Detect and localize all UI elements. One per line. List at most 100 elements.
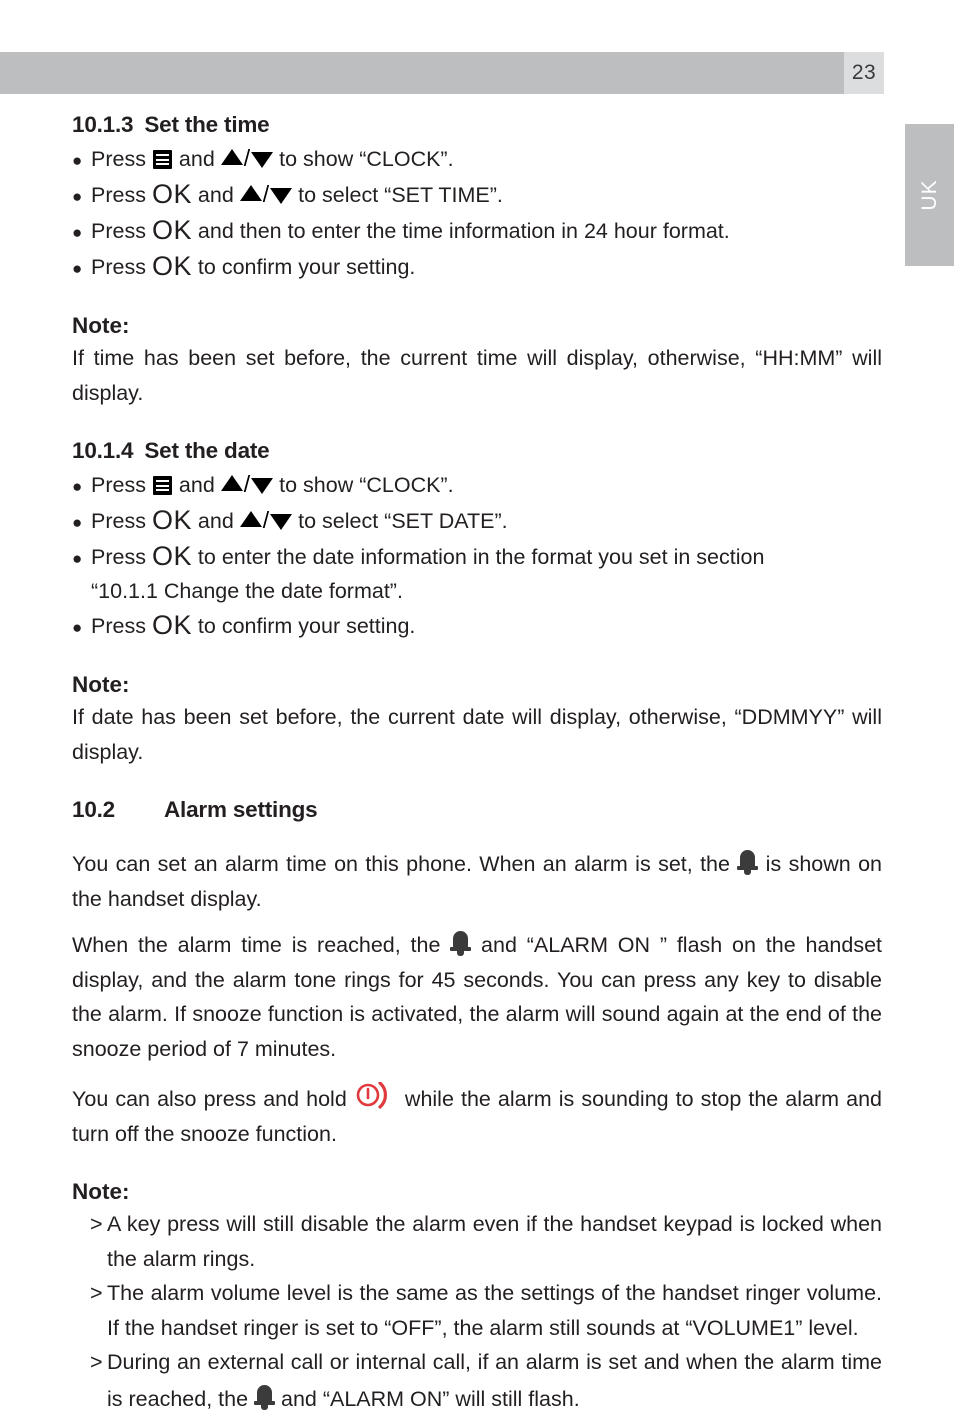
note-list-text: During an external call or internal call… (107, 1345, 882, 1416)
bullet-text-post: to select “SET TIME”. (292, 183, 503, 207)
bullet-item: ● Press and / to show “CLOCK”. (72, 142, 882, 177)
bullet-text-pre: Press (91, 255, 152, 279)
bullet-marker: ● (72, 513, 83, 532)
triangle-up-icon (239, 511, 262, 527)
language-tab-label: UK (917, 179, 941, 211)
bullet-text: Press OK to confirm your setting. (91, 608, 882, 643)
heading-title: Set the date (144, 438, 270, 463)
bullet-text-pre: Press (91, 614, 152, 638)
menu-icon (152, 150, 172, 169)
heading-title: Alarm settings (164, 797, 318, 822)
bullet-marker: ● (72, 223, 83, 242)
bullet-item: ● Press OK and / to select “SET TIME”. (72, 177, 882, 213)
bell-icon (450, 931, 472, 957)
gt-marker: > (90, 1281, 103, 1305)
alarm-paragraph-2: When the alarm time is reached, the and … (72, 926, 882, 1066)
bullet-text-post: to select “SET DATE”. (292, 509, 508, 533)
note-heading-alarm: Note: (72, 1179, 130, 1204)
bullet-text-post: to show “CLOCK”. (273, 473, 454, 497)
bullet-text-pre: Press (91, 183, 152, 207)
bullet-item: ● Press and / to show “CLOCK”. (72, 468, 882, 503)
note-heading-date: Note: (72, 672, 130, 697)
bullet-text: Press OK to confirm your setting. (91, 249, 882, 284)
page-content: 10.1.3 Set the time ● Press and / to show… (72, 110, 882, 1416)
bullet-text-pre: Press (91, 509, 152, 533)
slash-separator: / (243, 471, 251, 497)
bullet-text: Press and / to show “CLOCK”. (91, 142, 882, 176)
bullet-text-post: to show “CLOCK”. (273, 147, 454, 171)
bullet-marker: ● (72, 549, 83, 568)
bullet-text-post: to confirm your setting. (191, 614, 416, 638)
gt-marker: > (90, 1350, 103, 1374)
bullet-text-pre: Press (91, 545, 152, 569)
bullet-text-post: to confirm your setting. (191, 255, 416, 279)
note-list-item: > During an external call or internal ca… (72, 1345, 882, 1416)
bullet-marker: ● (72, 477, 83, 496)
note-body-date: If date has been set before, the current… (72, 705, 882, 764)
bullet-item: ● Press OK to confirm your setting. (72, 249, 882, 285)
triangle-down-icon (251, 152, 274, 168)
slash-separator: / (262, 507, 270, 533)
bullet-text-mid: and (172, 473, 221, 497)
triangle-down-icon (251, 478, 274, 494)
bullet-text: Press OK and / to select “SET TIME”. (91, 177, 882, 212)
header-bar-fill (0, 52, 884, 94)
power-hangup-icon (354, 1082, 398, 1112)
ok-key-glyph: OK (151, 505, 192, 535)
bullet-marker: ● (72, 618, 83, 637)
page-header-bar: 23 (0, 52, 954, 94)
bullet-text: Press and / to show “CLOCK”. (91, 468, 882, 502)
note-list-item: > A key press will still disable the ala… (72, 1207, 882, 1276)
note-list-text: The alarm volume level is the same as th… (107, 1281, 882, 1340)
triangle-down-icon (270, 514, 293, 530)
alarm-paragraph-3: You can also press and hold while the al… (72, 1076, 882, 1151)
heading-set-the-date: 10.1.4 Set the date (72, 436, 882, 466)
slash-separator: / (262, 181, 270, 207)
bullet-text-mid: and (172, 147, 221, 171)
triangle-up-icon (220, 149, 243, 165)
ok-key-glyph: OK (151, 541, 192, 571)
bullet-text: Press OK and / to select “SET DATE”. (91, 503, 882, 538)
menu-icon (152, 476, 172, 495)
heading-alarm-settings: 10.2 Alarm settings (72, 795, 882, 825)
bullet-item: ● Press OK to confirm your setting. (72, 608, 882, 644)
note-heading-time: Note: (72, 313, 130, 338)
ok-key-glyph: OK (151, 179, 192, 209)
language-tab-uk: UK (905, 124, 954, 266)
alarm-paragraph-1: You can set an alarm time on this phone.… (72, 845, 882, 916)
alarm-p1-pre: You can set an alarm time on this phone.… (72, 852, 738, 876)
note-list-item: > The alarm volume level is the same as … (72, 1276, 882, 1345)
bullet-text-pre: Press (91, 473, 152, 497)
heading-number: 10.1.3 (72, 112, 134, 137)
note-list-text-post: and “ALARM ON” will still flash. (275, 1386, 580, 1411)
bullet-marker: ● (72, 259, 83, 278)
bullet-text-post: and then to enter the time information i… (191, 219, 730, 243)
bullet-text-mid: and (191, 509, 240, 533)
bullet-item: ● Press OK to enter the date information… (72, 539, 882, 575)
heading-set-the-time: 10.1.3 Set the time (72, 110, 882, 140)
heading-title: Set the time (144, 112, 270, 137)
bullet-text: Press OK to enter the date information i… (91, 539, 882, 574)
bell-icon (737, 850, 759, 876)
bullet-item: ● Press OK and then to enter the time in… (72, 213, 882, 249)
bullet-marker: ● (72, 151, 83, 170)
heading-number: 10.2 (72, 797, 115, 822)
bullet-text-pre: Press (91, 147, 152, 171)
note-body-time: If time has been set before, the current… (72, 346, 882, 405)
alarm-p3-pre: You can also press and hold (72, 1087, 354, 1111)
bullet-marker: ● (72, 187, 83, 206)
bullet-text-post: to enter the date information in the for… (191, 545, 765, 569)
gt-marker: > (90, 1212, 103, 1236)
ok-key-glyph: OK (151, 610, 192, 640)
ok-key-glyph: OK (151, 251, 192, 281)
slash-separator: / (243, 145, 251, 171)
bullet-continuation: “10.1.1 Change the date format”. (91, 579, 403, 603)
bullet-item: ● Press OK and / to select “SET DATE”. (72, 503, 882, 539)
triangle-up-icon (239, 185, 262, 201)
triangle-down-icon (270, 188, 293, 204)
bullet-text: Press OK and then to enter the time info… (91, 213, 882, 248)
alarm-p2-pre: When the alarm time is reached, the (72, 933, 451, 957)
note-list-text: A key press will still disable the alarm… (107, 1212, 882, 1271)
bullet-text-pre: Press (91, 219, 152, 243)
bell-icon (254, 1384, 276, 1411)
